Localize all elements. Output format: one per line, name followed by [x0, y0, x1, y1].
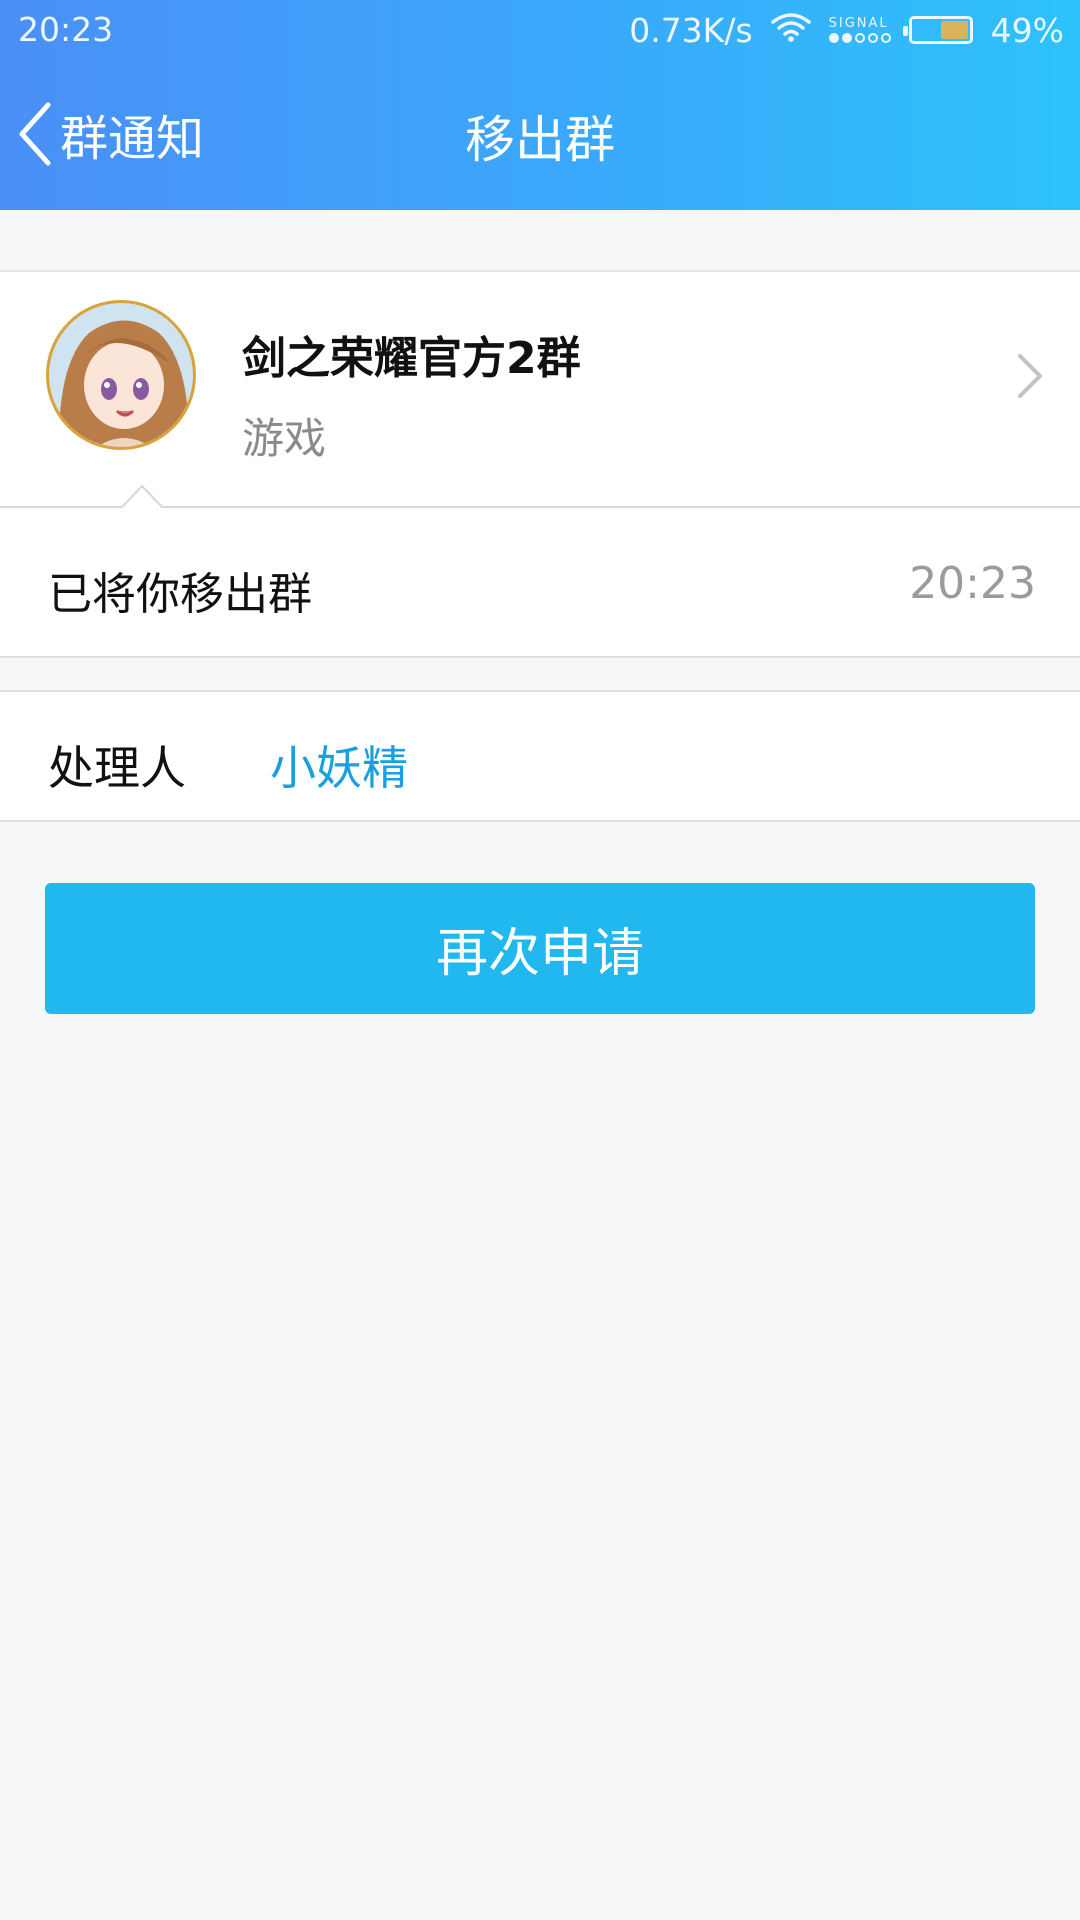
reapply-button[interactable]: 再次申请: [45, 883, 1035, 1014]
net-speed: 0.73K/s: [629, 10, 753, 50]
group-avatar[interactable]: [46, 300, 196, 450]
status-bar-right: 0.73K/s SIGNAL 49%: [629, 10, 1064, 50]
avatar-image: [49, 303, 193, 447]
handler-label: 处理人: [48, 741, 186, 795]
handler-name-link[interactable]: 小妖精: [270, 732, 408, 798]
battery-level: [941, 21, 968, 39]
signal-icon: SIGNAL: [828, 16, 891, 43]
wifi-icon: [770, 11, 811, 50]
notice-row: 已将你移出群 20:23: [0, 508, 1080, 658]
group-name: 剑之荣耀官方2群: [242, 333, 581, 384]
group-card[interactable]: [0, 270, 1080, 508]
pointer-notch: [122, 484, 162, 508]
header-bar: 20:23 0.73K/s SIGNAL 49% 群通知 移出群: [0, 0, 1080, 210]
handler-row: 处理人 小妖精: [0, 690, 1080, 822]
notice-message: 已将你移出群: [48, 569, 312, 620]
status-time: 20:23: [18, 10, 114, 49]
notice-time: 20:23: [909, 558, 1036, 609]
signal-label: SIGNAL: [828, 16, 889, 31]
group-category: 游戏: [242, 414, 327, 463]
screen: 20:23 0.73K/s SIGNAL 49% 群通知 移出群 剑之荣耀官方2…: [0, 0, 1080, 1920]
battery-icon: [902, 16, 973, 44]
chevron-right-icon: [1018, 354, 1042, 398]
page-title: 移出群: [465, 111, 615, 169]
battery-percent: 49%: [990, 10, 1064, 50]
